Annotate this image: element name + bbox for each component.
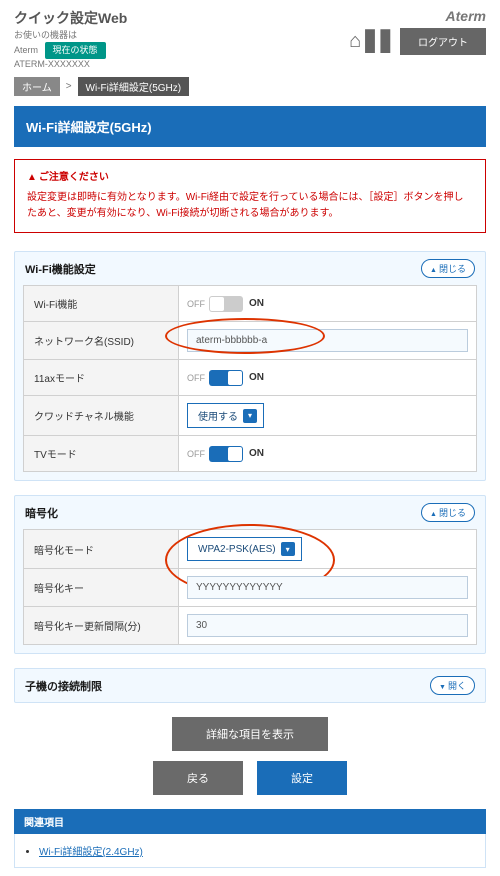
- enc-key-input[interactable]: [187, 576, 468, 599]
- logout-button[interactable]: ログアウト: [400, 28, 486, 55]
- device-line2: ATERM-XXXXXXX: [14, 59, 90, 69]
- apply-button[interactable]: 設定: [257, 761, 347, 795]
- enc-mode-select[interactable]: WPA2-PSK(AES)▾: [187, 537, 302, 561]
- page-title: Wi-Fi詳細設定(5GHz): [14, 106, 486, 147]
- label-wifi: Wi-Fi機能: [24, 286, 179, 321]
- enc-interval-input[interactable]: [187, 614, 468, 637]
- notice-heading: ご注意ください: [27, 170, 473, 186]
- breadcrumb: ホーム > Wi-Fi詳細設定(5GHz): [14, 77, 486, 96]
- label-ssid: ネットワーク名(SSID): [24, 322, 179, 359]
- panel-wifi-settings: Wi-Fi機能設定 閉じる Wi-Fi機能 OFF ON ネットワーク名(SSI…: [14, 251, 486, 481]
- label-enc-key: 暗号化キー: [24, 569, 179, 606]
- related-link[interactable]: Wi-Fi詳細設定(2.4GHz): [39, 847, 143, 858]
- panel-title: 暗号化: [25, 505, 58, 521]
- status-button[interactable]: 現在の状態: [45, 42, 106, 60]
- crumb-sep: >: [66, 81, 72, 92]
- toggle-tv[interactable]: [209, 446, 243, 462]
- toggle-11ax[interactable]: [209, 370, 243, 386]
- show-detail-button[interactable]: 詳細な項目を表示: [172, 717, 328, 751]
- collapse-button[interactable]: 閉じる: [421, 259, 475, 278]
- related-heading: 関連項目: [14, 809, 486, 834]
- label-11ax: 11axモード: [24, 360, 179, 395]
- panel-client-limit: 子機の接続制限 開く: [14, 668, 486, 703]
- label-enc-interval: 暗号化キー更新間隔(分): [24, 607, 179, 644]
- label-enc-mode: 暗号化モード: [24, 530, 179, 568]
- label-quad: クワッドチャネル機能: [24, 396, 179, 435]
- home-icon[interactable]: ⌂: [349, 30, 361, 53]
- ssid-input[interactable]: [187, 329, 468, 352]
- related-body: Wi-Fi詳細設定(2.4GHz): [14, 834, 486, 868]
- chevron-down-icon: ▾: [243, 409, 257, 423]
- notice-box: ご注意ください 設定変更は即時に有効となります。Wi-Fi経由で設定を行っている…: [14, 159, 486, 233]
- header-bar: クイック設定Web お使いの機器は Aterm 現在の状態 ATERM-XXXX…: [14, 8, 486, 71]
- back-button[interactable]: 戻る: [153, 761, 243, 795]
- quad-select[interactable]: 使用する▾: [187, 403, 264, 428]
- book-icon[interactable]: ▋▋: [365, 29, 396, 54]
- panel-title: 子機の接続制限: [25, 678, 102, 694]
- chevron-down-icon: ▾: [281, 542, 295, 556]
- panel-encryption: 暗号化 閉じる 暗号化モード WPA2-PSK(AES)▾ 暗号化キー 暗号化キ…: [14, 495, 486, 654]
- toggle-wifi[interactable]: [209, 296, 243, 312]
- crumb-home[interactable]: ホーム: [14, 77, 60, 96]
- label-tv: TVモード: [24, 436, 179, 471]
- device-label: お使いの機器は: [14, 30, 77, 40]
- device-line1: Aterm: [14, 45, 38, 55]
- collapse-button[interactable]: 閉じる: [421, 503, 475, 522]
- notice-body: 設定変更は即時に有効となります。Wi-Fi経由で設定を行っている場合には、［設定…: [27, 190, 473, 222]
- expand-button[interactable]: 開く: [430, 676, 475, 695]
- panel-title: Wi-Fi機能設定: [25, 261, 96, 277]
- brand-title: クイック設定Web: [14, 8, 127, 28]
- crumb-current: Wi-Fi詳細設定(5GHz): [78, 77, 190, 96]
- product-logo: Aterm: [349, 8, 486, 24]
